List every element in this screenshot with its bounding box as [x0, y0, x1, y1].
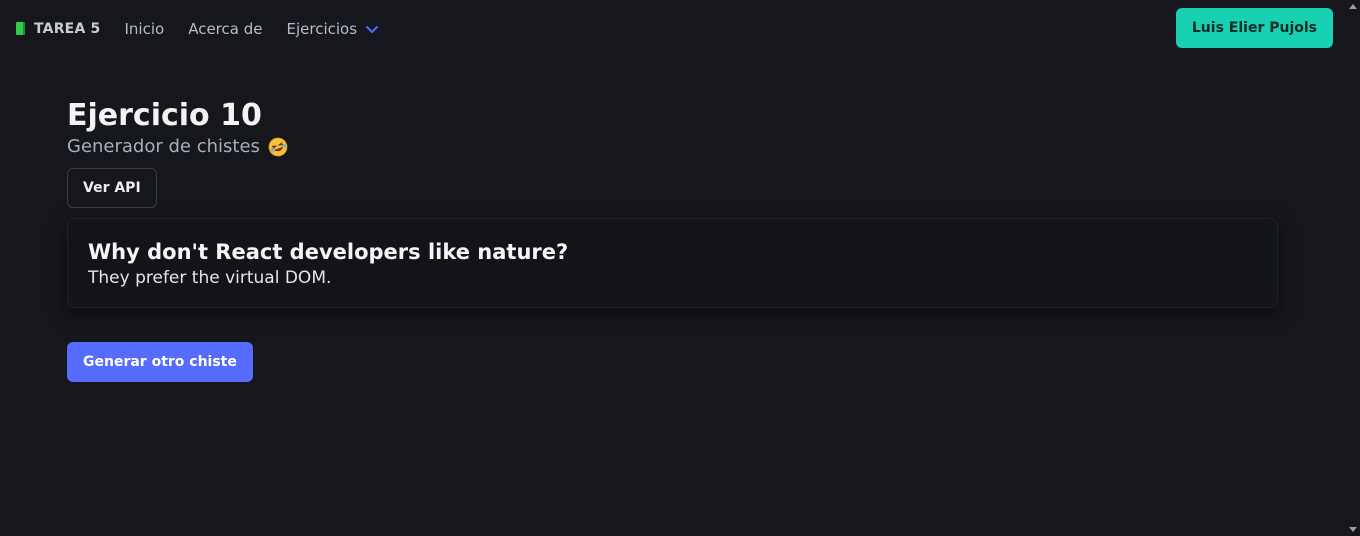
joke-punchline: They prefer the virtual DOM. [88, 268, 332, 288]
view-api-button[interactable]: Ver API [67, 168, 157, 208]
nav-link-inicio[interactable]: Inicio [125, 20, 165, 38]
page-title: Ejercicio 10 [67, 98, 262, 133]
chevron-down-icon [366, 25, 379, 33]
scroll-up-icon[interactable] [1349, 4, 1357, 9]
book-icon [16, 22, 25, 35]
generate-joke-button[interactable]: Generar otro chiste [67, 342, 253, 382]
nav-link-acerca-de[interactable]: Acerca de [188, 20, 262, 38]
laughing-emoji-icon [268, 137, 288, 157]
navbar: TAREA 5 Inicio Acerca de Ejercicios Luis… [0, 0, 1346, 57]
nav-dropdown-ejercicios[interactable]: Ejercicios [286, 20, 379, 38]
joke-setup: Why don't React developers like nature? [88, 240, 569, 264]
brand[interactable]: TAREA 5 [16, 21, 101, 37]
joke-card: Why don't React developers like nature? … [67, 218, 1278, 308]
user-profile-button[interactable]: Luis Elier Pujols [1175, 8, 1333, 48]
main-content: Ejercicio 10 Generador de chistes Ver AP… [67, 96, 1278, 382]
nav-dropdown-label: Ejercicios [286, 19, 358, 38]
scrollbar[interactable] [1346, 0, 1360, 536]
scroll-down-icon[interactable] [1349, 527, 1357, 532]
brand-title: TAREA 5 [34, 20, 101, 37]
page-subtitle: Generador de chistes [67, 136, 1278, 158]
subtitle-text: Generador de chistes [67, 136, 260, 157]
